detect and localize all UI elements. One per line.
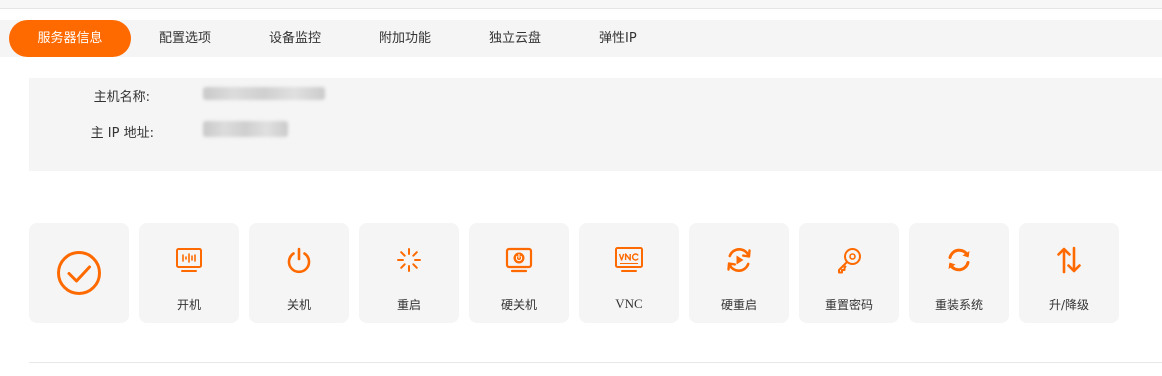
- hard-restart-button[interactable]: 硬重启: [689, 223, 789, 323]
- top-strip: [0, 0, 1162, 9]
- tab-addon-features[interactable]: 附加功能: [379, 20, 431, 57]
- reinstall-system-button[interactable]: 重装系统: [909, 223, 1009, 323]
- power-on-label: 开机: [176, 298, 201, 312]
- shutdown-button[interactable]: 关机: [249, 223, 349, 323]
- restart-label: 重启: [396, 298, 421, 312]
- hard-shutdown-button[interactable]: 硬关机: [469, 223, 569, 323]
- hostname-value-redacted: [203, 87, 325, 100]
- monitor-power-icon: [504, 245, 534, 275]
- upgrade-downgrade-button[interactable]: 升/降级: [1019, 223, 1119, 323]
- ip-value-redacted: [203, 121, 288, 137]
- hostname-label: 主机名称:: [93, 90, 150, 105]
- restart-button[interactable]: 重启: [359, 223, 459, 323]
- reset-password-button[interactable]: 重置密码: [799, 223, 899, 323]
- loading-spinner-icon: [394, 245, 424, 275]
- tab-device-monitor[interactable]: 设备监控: [269, 20, 321, 57]
- tab-bar: 服务器信息 配置选项 设备监控 附加功能 独立云盘 弹性IP: [0, 20, 1162, 57]
- vnc-label: VNC: [615, 296, 643, 311]
- replay-icon: [724, 245, 754, 275]
- vnc-button[interactable]: VNC: [579, 223, 679, 323]
- power-on-monitor-icon: [174, 245, 204, 275]
- reinstall-system-label: 重装系统: [934, 298, 983, 312]
- power-icon: [284, 245, 314, 275]
- refresh-icon: [944, 245, 974, 275]
- vnc-monitor-icon: [614, 245, 644, 275]
- bottom-divider: [29, 362, 1162, 363]
- upgrade-downgrade-label: 升/降级: [1048, 298, 1090, 312]
- tab-elastic-ip[interactable]: 弹性IP: [599, 20, 637, 57]
- status-indicator: [29, 223, 129, 323]
- tab-config-options[interactable]: 配置选项: [159, 20, 211, 57]
- up-down-arrows-icon: [1054, 245, 1084, 275]
- shutdown-label: 关机: [286, 298, 311, 312]
- hard-shutdown-label: 硬关机: [500, 298, 537, 312]
- reset-password-label: 重置密码: [824, 298, 873, 312]
- hard-restart-label: 硬重启: [720, 298, 757, 312]
- server-info-panel: 主机名称: 主 IP 地址:: [29, 78, 1162, 171]
- ip-label: 主 IP 地址:: [90, 126, 154, 141]
- tab-cloud-disk[interactable]: 独立云盘: [489, 20, 541, 57]
- check-circle-icon: [56, 250, 102, 296]
- key-icon: [834, 245, 864, 275]
- tab-server-info[interactable]: 服务器信息: [9, 20, 131, 57]
- power-on-button[interactable]: 开机: [139, 223, 239, 323]
